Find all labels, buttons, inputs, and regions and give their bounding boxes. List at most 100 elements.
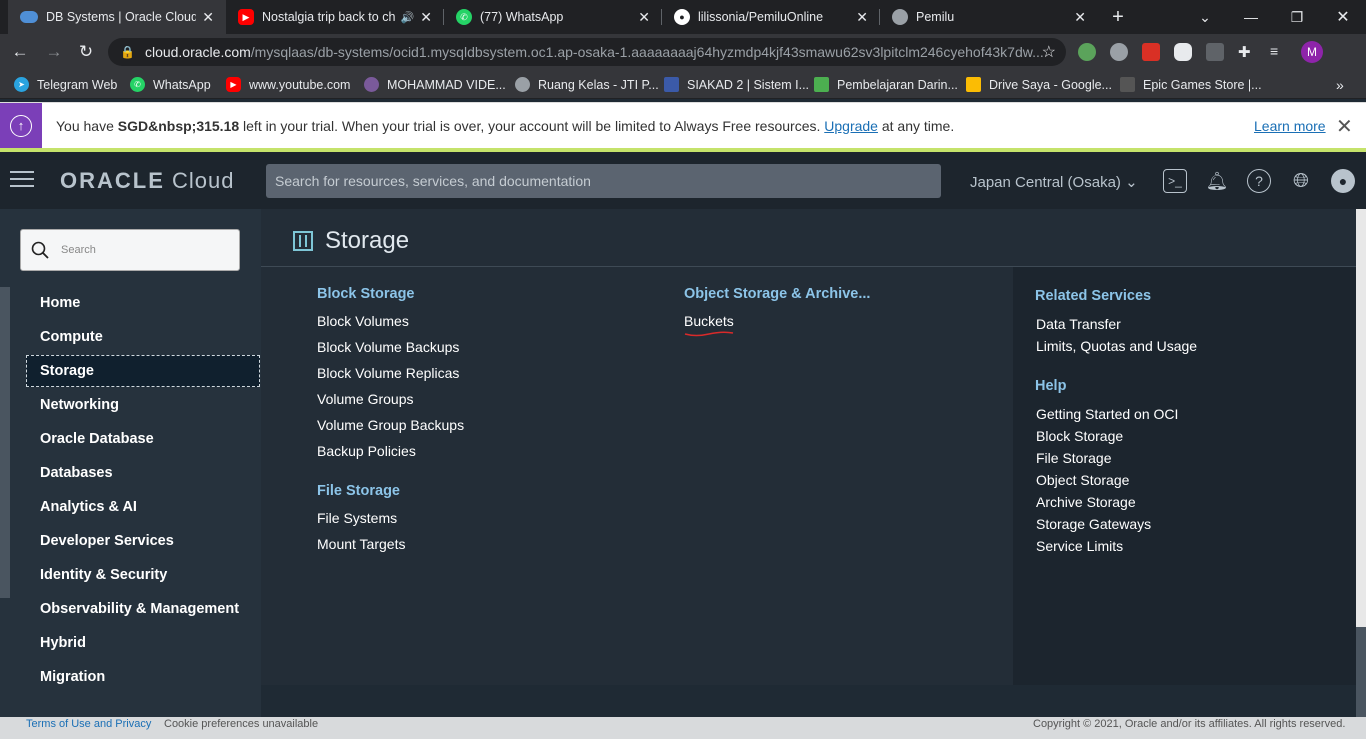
sidebar-item-databases[interactable]: Databases (26, 457, 260, 489)
bookmark-mohammad[interactable]: MOHAMMAD VIDE... (364, 76, 506, 93)
sidebar-item-home[interactable]: Home (26, 287, 260, 319)
language-globe-icon[interactable]: 🌐︎ (1289, 169, 1313, 193)
bookmark-star-icon[interactable]: ☆ (1042, 42, 1056, 62)
sidebar-item-observability[interactable]: Observability & Management (26, 593, 260, 625)
cloud-shell-icon[interactable]: >_ (1163, 169, 1187, 193)
cloud-icon (20, 11, 38, 23)
block-volumes-link[interactable]: Block Volumes (317, 313, 409, 329)
bookmark-epic[interactable]: Epic Games Store |... (1120, 76, 1262, 93)
bookmark-youtube[interactable]: ▶ www.youtube.com (226, 76, 350, 93)
sidebar-item-storage[interactable]: Storage (26, 355, 260, 387)
sidebar-item-migration[interactable]: Migration (26, 661, 260, 693)
sidebar-scrollbar[interactable] (0, 287, 10, 598)
whatsapp-icon: ✆ (130, 77, 145, 92)
close-banner-icon[interactable]: ✕ (1336, 114, 1353, 139)
browser-tab-oracle[interactable]: DB Systems | Oracle Cloud In ✕ (8, 0, 226, 34)
close-tab-icon[interactable]: ✕ (638, 9, 650, 26)
bookmark-drive[interactable]: Drive Saya - Google... (966, 76, 1112, 93)
terms-privacy-link[interactable]: Terms of Use and Privacy (26, 718, 151, 730)
lock-icon[interactable]: 🔒 (120, 45, 135, 59)
close-tab-icon[interactable]: ✕ (856, 9, 868, 26)
help-icon[interactable]: ? (1247, 169, 1271, 193)
backup-policies-link[interactable]: Backup Policies (317, 443, 416, 459)
window-close-button[interactable]: ✕ (1320, 0, 1366, 34)
sidebar-item-compute[interactable]: Compute (26, 321, 260, 353)
user-profile-icon[interactable]: ● (1331, 169, 1355, 193)
help-archive-storage-link[interactable]: Archive Storage (1036, 494, 1136, 510)
page-scrollbar-track[interactable] (1356, 627, 1366, 717)
extensions-puzzle-icon[interactable]: ✚ (1238, 43, 1256, 61)
reload-button[interactable]: ↻ (74, 40, 98, 64)
sidebar-item-hybrid[interactable]: Hybrid (26, 627, 260, 659)
browser-tab-whatsapp[interactable]: ✆ (77) WhatsApp ✕ (444, 0, 662, 34)
block-volume-backups-link[interactable]: Block Volume Backups (317, 339, 459, 355)
minimize-button[interactable]: — (1228, 0, 1274, 34)
object-storage-heading: Object Storage & Archive... (684, 286, 871, 302)
volume-groups-link[interactable]: Volume Groups (317, 391, 414, 407)
bookmark-siakad[interactable]: SIAKAD 2 | Sistem I... (664, 76, 809, 93)
bookmarks-bar: ➤ Telegram Web ✆ WhatsApp ▶ www.youtube.com… (0, 70, 1366, 99)
globe-icon (515, 77, 530, 92)
reading-list-icon[interactable]: ≡ (1270, 43, 1288, 61)
help-block-storage-link[interactable]: Block Storage (1036, 428, 1123, 444)
youtube-icon: ▶ (226, 77, 241, 92)
browser-tab-pemilu[interactable]: Pemilu ✕ (880, 0, 1098, 34)
page-scrollbar-thumb[interactable] (1356, 209, 1366, 627)
volume-group-backups-link[interactable]: Volume Group Backups (317, 417, 464, 433)
notifications-bell-icon[interactable]: 🔔︎ (1205, 169, 1229, 193)
console-header: ORACLE Cloud Search for resources, servi… (0, 152, 1366, 209)
restore-button[interactable]: ❐ (1274, 0, 1320, 34)
speaker-icon[interactable]: 🔊 (401, 11, 415, 24)
help-object-storage-link[interactable]: Object Storage (1036, 472, 1129, 488)
extension-icon-grey[interactable] (1206, 43, 1224, 61)
service-sidebar: Search Home Compute Storage Networking O… (0, 209, 261, 717)
sidebar-item-oracle-database[interactable]: Oracle Database (26, 423, 260, 455)
browser-tab-youtube[interactable]: ▶ Nostalgia trip back to chi 🔊 ✕ (226, 0, 444, 34)
help-storage-gateways-link[interactable]: Storage Gateways (1036, 516, 1151, 532)
region-selector[interactable]: Japan Central (Osaka) ⌄ (970, 173, 1138, 191)
trial-badge: ↑ (0, 102, 42, 149)
buckets-link[interactable]: Buckets (684, 313, 734, 329)
sidebar-item-analytics-ai[interactable]: Analytics & AI (26, 491, 260, 523)
sidebar-item-identity-security[interactable]: Identity & Security (26, 559, 260, 591)
sidebar-search-input[interactable]: Search (20, 229, 240, 271)
school-icon (814, 77, 829, 92)
upgrade-link[interactable]: Upgrade (824, 118, 878, 134)
bookmark-whatsapp[interactable]: ✆ WhatsApp (130, 76, 211, 93)
oracle-cloud-logo[interactable]: ORACLE Cloud (60, 168, 234, 194)
help-service-limits-link[interactable]: Service Limits (1036, 538, 1123, 554)
close-tab-icon[interactable]: ✕ (202, 9, 214, 26)
data-transfer-link[interactable]: Data Transfer (1036, 316, 1121, 332)
address-bar[interactable]: 🔒 cloud.oracle.com/mysqlaas/db-systems/o… (108, 38, 1066, 66)
console-search-input[interactable]: Search for resources, services, and docu… (266, 164, 941, 198)
mount-targets-link[interactable]: Mount Targets (317, 536, 405, 552)
bookmark-pembelajaran[interactable]: Pembelajaran Darin... (814, 76, 958, 93)
bookmark-telegram[interactable]: ➤ Telegram Web (14, 76, 117, 93)
new-tab-button[interactable]: + (1098, 0, 1138, 34)
extension-icon-media[interactable] (1142, 43, 1160, 61)
block-volume-replicas-link[interactable]: Block Volume Replicas (317, 365, 459, 381)
tab-search-chevron-icon[interactable]: ⌄ (1182, 0, 1228, 34)
sidebar-item-networking[interactable]: Networking (26, 389, 260, 421)
trial-message: You have SGD&nbsp;315.18 left in your tr… (56, 117, 955, 134)
back-button[interactable]: ← (8, 40, 32, 64)
close-tab-icon[interactable]: ✕ (1074, 9, 1086, 26)
limits-quotas-usage-link[interactable]: Limits, Quotas and Usage (1036, 338, 1197, 354)
forward-button[interactable]: → (42, 40, 66, 64)
sidebar-item-developer-services[interactable]: Developer Services (26, 525, 260, 557)
extension-icon-colorful[interactable] (1078, 43, 1096, 61)
extension-icon-discord[interactable] (1174, 43, 1192, 61)
extension-icon-globe[interactable] (1110, 43, 1128, 61)
profile-avatar[interactable]: M (1301, 41, 1323, 63)
navigation-menu-icon[interactable] (10, 171, 34, 189)
bookmark-ruang-kelas[interactable]: Ruang Kelas - JTI P... (515, 76, 659, 93)
university-icon (664, 77, 679, 92)
cookie-preferences-text: Cookie preferences unavailable (164, 718, 319, 730)
learn-more-link[interactable]: Learn more (1254, 118, 1326, 134)
close-tab-icon[interactable]: ✕ (420, 9, 432, 26)
file-systems-link[interactable]: File Systems (317, 510, 397, 526)
help-file-storage-link[interactable]: File Storage (1036, 450, 1111, 466)
more-bookmarks-chevron-icon[interactable]: » (1336, 76, 1344, 93)
browser-tab-github[interactable]: ● lilissonia/PemiluOnline ✕ (662, 0, 880, 34)
help-getting-started-link[interactable]: Getting Started on OCI (1036, 406, 1178, 422)
